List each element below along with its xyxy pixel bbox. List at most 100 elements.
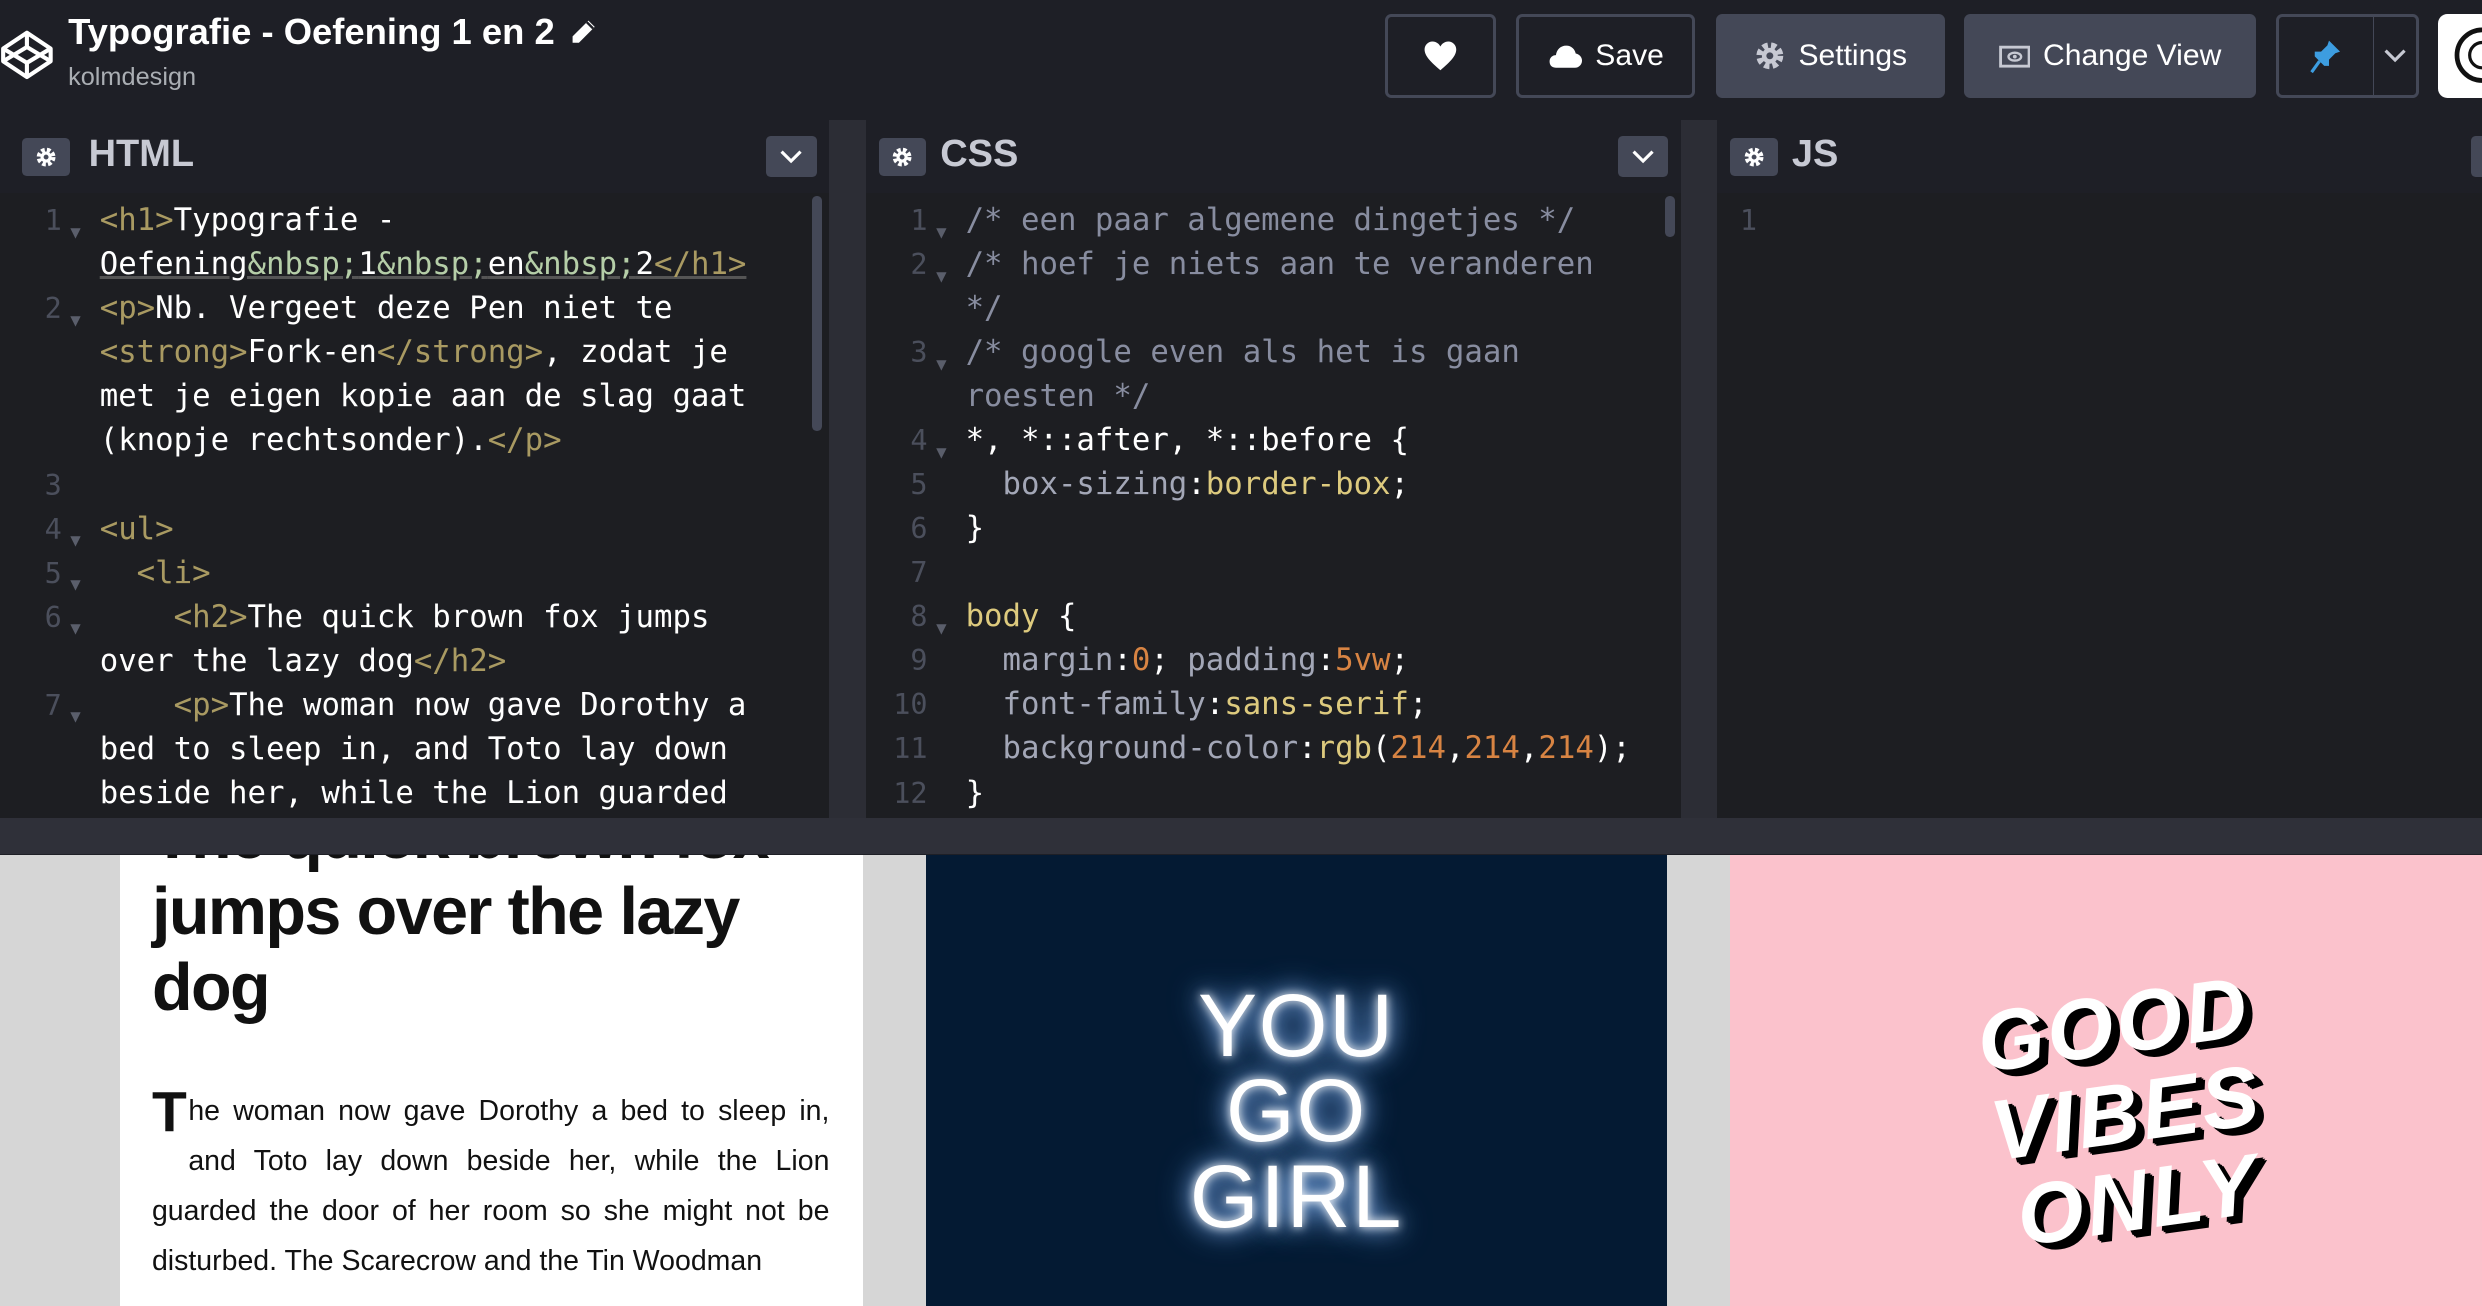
heart-icon bbox=[1424, 41, 1457, 71]
author-name[interactable]: kolmdesign bbox=[68, 63, 196, 92]
preview-resizer[interactable] bbox=[0, 818, 2482, 855]
js-editor-header: JS bbox=[1717, 120, 2482, 194]
code-line: Oefening&nbsp;1&nbsp;en&nbsp;2</h1> bbox=[99, 247, 747, 283]
neon-line: GO bbox=[1225, 1061, 1367, 1161]
code-line: */ bbox=[965, 291, 1003, 327]
pen-title-text[interactable]: Typografie - Oefening 1 en 2 bbox=[68, 11, 555, 53]
save-button[interactable]: Save bbox=[1516, 14, 1696, 99]
line-number: 2 ▼ bbox=[44, 292, 81, 331]
line-number: 4 ▼ bbox=[910, 424, 947, 463]
code-line: <p>The woman now gave Dorothy a bbox=[173, 687, 747, 723]
neon-line: YOU bbox=[1197, 975, 1395, 1075]
pin-icon bbox=[2310, 40, 2341, 73]
code-line: <li> bbox=[136, 555, 211, 591]
change-view-label: Change View bbox=[2043, 39, 2222, 73]
css-editor[interactable]: CSS 1 ▼ 2 ▼ 3 ▼ 4 ▼ 5 6 7 8 ▼ 9 10 11 12 /* e… bbox=[865, 120, 1682, 820]
code-line: (knopje rechtsonder).</p> bbox=[99, 423, 562, 459]
pin-button[interactable] bbox=[2276, 14, 2376, 99]
code-line: box-sizing:border-box; bbox=[1002, 467, 1410, 503]
chevron-down-icon bbox=[2384, 49, 2406, 63]
line-number: 6 ▼ bbox=[44, 600, 81, 639]
line-number: 12 bbox=[893, 776, 928, 810]
code-line: <ul> bbox=[99, 511, 174, 547]
js-settings-button[interactable] bbox=[1730, 137, 1778, 176]
like-button[interactable] bbox=[1385, 14, 1496, 99]
code-line: font-family:sans-serif; bbox=[1002, 687, 1428, 723]
line-number: 10 bbox=[893, 688, 928, 722]
result-preview: The quick brown fox jumps over the lazy … bbox=[0, 854, 2482, 1306]
code-line: over the lazy dog</h2> bbox=[99, 643, 507, 679]
code-line: /* hoef je niets aan te veranderen bbox=[965, 247, 1594, 283]
code-line: bed to sleep in, and Toto lay down bbox=[99, 731, 728, 767]
gear-icon bbox=[892, 147, 912, 167]
line-number: 7 ▼ bbox=[44, 688, 81, 727]
code-line: <p>Nb. Vergeet deze Pen niet te bbox=[99, 291, 673, 327]
js-editor-collapse-button[interactable] bbox=[2470, 136, 2482, 178]
css-code-area[interactable]: 1 ▼ 2 ▼ 3 ▼ 4 ▼ 5 6 7 8 ▼ 9 10 11 12 /* een p… bbox=[865, 193, 1682, 820]
css-editor-collapse-button[interactable] bbox=[1617, 136, 1669, 178]
neon-line: GIRL bbox=[1189, 1146, 1403, 1246]
code-line: } bbox=[965, 511, 985, 547]
code-line: body { bbox=[965, 599, 1077, 635]
chevron-down-icon bbox=[1632, 150, 1654, 163]
gear-icon bbox=[1744, 147, 1764, 167]
neon-card: YOU GO GIRL bbox=[925, 854, 1667, 1306]
code-line: /* een paar algemene dingetjes */ bbox=[965, 203, 1576, 239]
code-line: } bbox=[965, 775, 985, 811]
js-editor[interactable]: JS 1 bbox=[1717, 120, 2482, 820]
css-scrollbar[interactable] bbox=[1665, 196, 1675, 238]
code-line: /* google even als het is gaan bbox=[965, 335, 1520, 371]
line-number: 11 bbox=[893, 732, 928, 766]
js-editor-title: JS bbox=[1791, 132, 1839, 175]
card-paragraph: The woman now gave Dorothy a bed to slee… bbox=[151, 1084, 830, 1286]
cloud-icon bbox=[1549, 45, 1582, 68]
code-line: <h1>Typografie - bbox=[99, 203, 396, 239]
codepen-logo-icon[interactable] bbox=[0, 28, 54, 82]
html-settings-button[interactable] bbox=[22, 137, 70, 176]
code-line: beside her, while the Lion guarded bbox=[99, 775, 728, 811]
html-editor-title: HTML bbox=[88, 132, 195, 175]
line-number: 5 bbox=[910, 468, 928, 502]
change-view-button[interactable]: Change View bbox=[1964, 14, 2256, 99]
css-settings-button[interactable] bbox=[878, 137, 926, 176]
line-number: 4 ▼ bbox=[44, 512, 81, 551]
line-number: 7 bbox=[910, 556, 928, 590]
pen-title[interactable]: Typografie - Oefening 1 en 2 bbox=[68, 11, 596, 53]
html-scrollbar[interactable] bbox=[812, 196, 822, 431]
user-avatar[interactable] bbox=[2437, 14, 2482, 99]
html-editor-header: HTML bbox=[0, 120, 830, 194]
code-line: <h2>The quick brown fox jumps bbox=[173, 599, 710, 635]
code-line: roesten */ bbox=[965, 379, 1151, 415]
code-line: met je eigen kopie aan de slag gaat bbox=[99, 379, 747, 415]
line-number: 1 ▼ bbox=[910, 204, 947, 243]
line-number: 8 ▼ bbox=[910, 600, 947, 639]
line-number: 1 bbox=[1739, 204, 1758, 238]
html-editor-collapse-button[interactable] bbox=[766, 136, 817, 178]
good-vibes-card: GOOD VIBES ONLY bbox=[1730, 854, 2482, 1306]
html-code-area[interactable]: 1 ▼ 2 ▼ 3 4 ▼ 5 ▼ 6 ▼ 7 ▼ <h1>Typografie - Oef… bbox=[0, 193, 830, 820]
line-number: 3 bbox=[44, 468, 62, 502]
html-editor[interactable]: HTML 1 ▼ 2 ▼ 3 4 ▼ 5 ▼ 6 ▼ 7 ▼ <h1>Typografie … bbox=[0, 120, 830, 820]
css-editor-title: CSS bbox=[940, 132, 1019, 175]
line-number: 3 ▼ bbox=[910, 336, 947, 375]
js-code-area[interactable]: 1 bbox=[1717, 193, 2482, 820]
settings-label: Settings bbox=[1798, 39, 1908, 73]
line-number: 5 ▼ bbox=[44, 556, 81, 595]
avatar-image bbox=[2454, 27, 2482, 84]
pin-menu-button[interactable] bbox=[2374, 14, 2419, 99]
gear-icon bbox=[36, 147, 56, 167]
top-bar: Typografie - Oefening 1 en 2 kolmdesign … bbox=[0, 0, 2482, 121]
paragraph-text: he woman now gave Dorothy a bed to sleep… bbox=[151, 1095, 830, 1278]
gear-icon bbox=[1756, 42, 1784, 70]
code-line: background-color:rgb(214,214,214); bbox=[1002, 731, 1631, 767]
chevron-down-icon bbox=[780, 150, 803, 163]
view-icon bbox=[1998, 45, 2031, 68]
line-number: 9 bbox=[910, 644, 928, 678]
editor-divider[interactable] bbox=[1681, 120, 1718, 820]
vibes-text: GOOD VIBES ONLY bbox=[1951, 960, 2302, 1268]
settings-button[interactable]: Settings bbox=[1715, 14, 1946, 99]
code-line: margin:0; padding:5vw; bbox=[1002, 643, 1410, 679]
code-line: *, *::after, *::before { bbox=[965, 423, 1409, 459]
pencil-icon[interactable] bbox=[571, 19, 596, 44]
editor-divider[interactable] bbox=[829, 120, 866, 820]
